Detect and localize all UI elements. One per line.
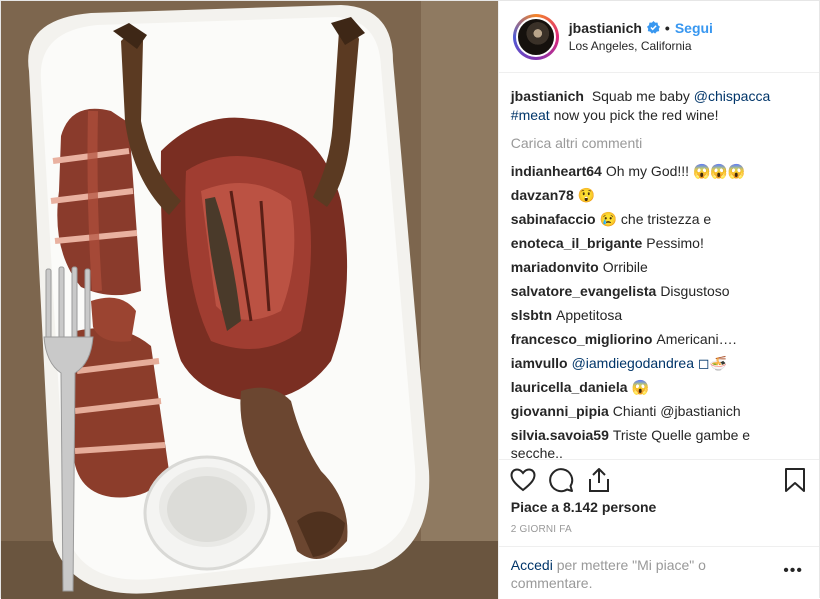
comment-username[interactable]: silvia.savoia59 [511,427,609,443]
comment-username[interactable]: indianheart64 [511,163,602,179]
action-bar [498,459,819,499]
comment-username[interactable]: slsbtn [511,307,552,323]
comment-item: silvia.savoia59 Triste Quelle gambe e sec… [511,426,805,459]
likes-prefix: Piace a [510,499,560,515]
comment-username[interactable]: francesco_migliorino [511,331,653,347]
comment-username[interactable]: iamvullo [511,355,568,371]
header-text: jbastianich • Segui Los Angeles, Califor… [569,19,713,55]
comment-text: Oh my God!!! 😱😱😱 [605,163,746,179]
comment-username[interactable]: davzan78 [511,187,574,203]
login-link[interactable]: Accedi [511,557,553,573]
comment-item: slsbtn Appetitosa [511,306,805,324]
likes-suffix: persone [601,499,657,515]
roasted-squab-plate-image [1,1,498,599]
save-button[interactable] [781,466,809,494]
comment-item: giovanni_pipia Chianti @jbastianich [511,402,805,420]
avatar[interactable] [515,16,556,57]
more-options-button[interactable]: ••• [783,562,803,580]
bookmark-icon [785,467,805,492]
post-timestamp[interactable]: 2 GIORNI FA [511,524,572,535]
comment-item: francesco_migliorino Americani…. [511,330,805,348]
follow-button[interactable]: Segui [675,19,713,37]
caption-hashtag-link[interactable]: #meat [511,107,550,123]
comment-item: davzan78 😲 [511,186,805,204]
comment-item: mariadonvito Orribile [511,258,805,276]
comment-username[interactable]: giovanni_pipia [511,403,609,419]
header-line: jbastianich • Segui [569,19,713,37]
caption-text-before: Squab me baby [591,88,690,104]
story-ring[interactable] [512,13,559,60]
separator-dot: • [664,19,670,36]
comment-button[interactable] [547,466,575,494]
caption-text-after: now you pick the red wine! [553,107,719,123]
verified-badge-icon [646,21,660,34]
comment-text: Americani…. [656,331,737,347]
like-button[interactable] [509,466,537,494]
comment-item: lauricella_daniela 😱 [511,378,805,396]
share-button[interactable] [585,466,613,494]
comment-item: salvatore_evangelista Disgustoso [511,282,805,300]
heart-icon [510,467,536,491]
post-header: jbastianich • Segui Los Angeles, Califor… [498,1,819,73]
comment-text: Disgustoso [660,283,730,299]
login-prompt: Accedi per mettere "Mi piace" o commenta… [498,546,819,599]
post-caption: jbastianich Squab me baby @chispacca #me… [511,87,805,125]
comment-username[interactable]: mariadonvito [511,259,599,275]
comment-text: Pessimo! [646,235,704,251]
comment-username[interactable]: lauricella_daniela [511,379,628,395]
share-icon [588,467,609,492]
load-more-comments-button[interactable]: Carica altri commenti [511,135,805,151]
comment-username[interactable]: sabinafaccio [511,211,596,227]
comment-text: 😢 che tristezza e [599,211,712,227]
author-username[interactable]: jbastianich [569,19,642,37]
comment-icon [548,467,573,492]
caption-mention-link[interactable]: @chispacca [694,88,770,104]
comment-text: Appetitosa [556,307,623,323]
comment-item: iamvullo @iamdiegodandrea ◻🍜 [511,354,805,372]
comment-item: sabinafaccio 😢 che tristezza e [511,210,805,228]
post-side-panel: jbastianich • Segui Los Angeles, Califor… [497,1,819,599]
comment-text: Chianti @jbastianich [612,403,741,419]
likes-count[interactable]: Piace a 8.142 persone [511,499,657,515]
comments-list[interactable]: jbastianich Squab me baby @chispacca #me… [499,73,819,459]
comment-item: indianheart64 Oh my God!!! 😱😱😱 [511,162,805,180]
likes-number: 8.142 [562,499,598,515]
location-link[interactable]: Los Angeles, California [569,37,713,55]
comment-text: 😲 [577,187,596,203]
comment-text: 😱 [631,379,649,395]
instagram-post: jbastianich • Segui Los Angeles, Califor… [0,0,820,599]
comment-item: enoteca_il_brigante Pessimo! [511,234,805,252]
post-photo[interactable] [1,1,498,599]
comment-username[interactable]: enoteca_il_brigante [511,235,643,251]
comment-text: Orribile [602,259,648,275]
caption-username[interactable]: jbastianich [511,88,584,104]
comment-text[interactable]: @iamdiegodandrea ◻🍜 [572,355,727,371]
comment-username[interactable]: salvatore_evangelista [511,283,657,299]
